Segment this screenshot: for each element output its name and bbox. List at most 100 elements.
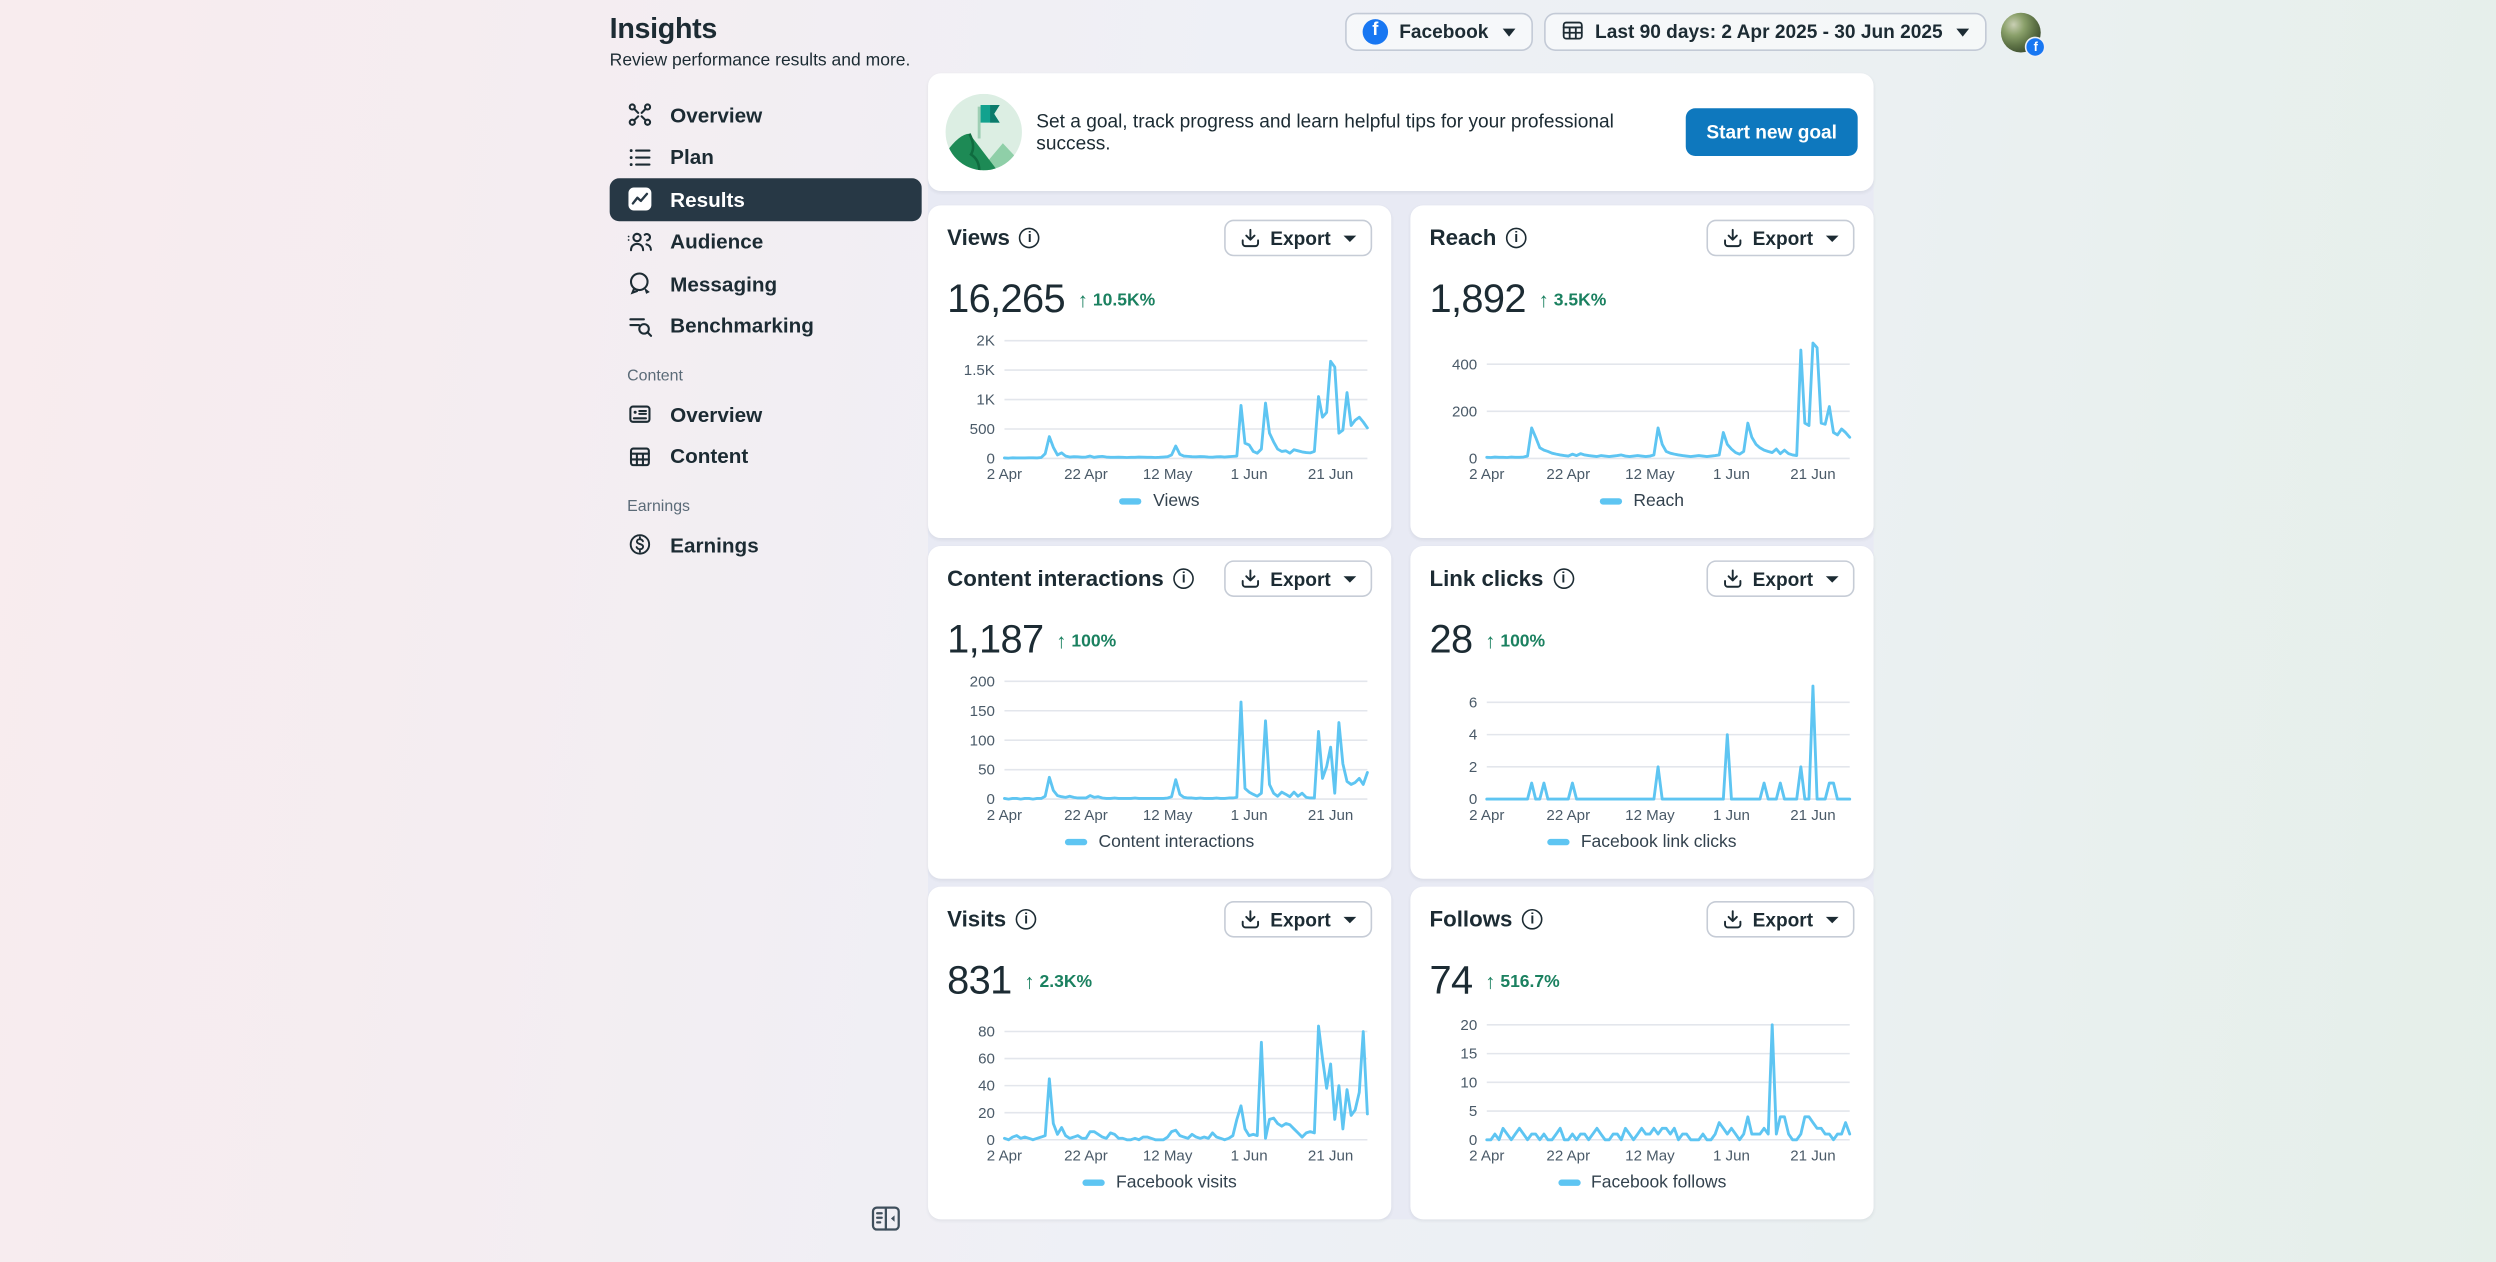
svg-text:22 Apr: 22 Apr <box>1064 1147 1108 1164</box>
sidebar-item-content[interactable]: Content <box>610 435 922 477</box>
sidebar-section-label: Content <box>627 367 683 386</box>
insights-page: Insights Review performance results and … <box>0 0 2496 1262</box>
metric-delta: ↑ 100% <box>1056 629 1116 653</box>
sidebar-item-label: Audience <box>670 229 764 254</box>
svg-text:1 Jun: 1 Jun <box>1713 1147 1750 1164</box>
profile-avatar[interactable]: f <box>2001 12 2047 58</box>
export-button[interactable]: Export <box>1706 219 1855 257</box>
metric-delta: ↑ 3.5K% <box>1539 288 1607 312</box>
legend-swatch <box>1082 1179 1105 1186</box>
export-button[interactable]: Export <box>1706 560 1855 597</box>
sidebar-item-messaging[interactable]: Messaging <box>610 263 922 305</box>
chart-legend: Facebook link clicks <box>1429 833 1854 852</box>
metric-title: Visits <box>947 905 1007 932</box>
info-icon[interactable]: i <box>1015 908 1037 929</box>
export-label: Export <box>1752 567 1814 590</box>
svg-text:22 Apr: 22 Apr <box>1546 1147 1590 1164</box>
legend-swatch <box>1547 838 1570 846</box>
svg-text:0: 0 <box>986 1132 994 1149</box>
svg-text:22 Apr: 22 Apr <box>1064 807 1108 824</box>
metric-line-chart: 0 50 100 150 200 2 Apr 22 Apr 12 May 1 Jun 21 Jun <box>970 673 1369 824</box>
sidebar-item-plan[interactable]: Plan <box>610 136 922 178</box>
table-icon <box>627 444 652 469</box>
metric-line-chart: 0 20 40 60 80 2 Apr 22 Apr 12 May 1 Jun 21 Jun <box>978 1024 1369 1164</box>
up-arrow-icon: ↑ <box>1485 628 1496 653</box>
sidebar-item-label: Messaging <box>670 271 778 296</box>
sidebar-item-earnings[interactable]: Earnings <box>610 524 922 566</box>
sidebar-item-benchmarking[interactable]: Benchmarking <box>610 305 922 347</box>
metric-value: 831 <box>947 958 1012 1003</box>
main-content: Set a goal, track progress and learn hel… <box>928 73 1874 1220</box>
legend-swatch <box>1599 498 1623 505</box>
info-icon[interactable]: i <box>1173 567 1195 589</box>
metric-delta-value: 2.3K% <box>1039 971 1093 991</box>
export-label: Export <box>1270 567 1331 590</box>
export-button[interactable]: Export <box>1224 900 1373 938</box>
metric-card-link-clicks: Link clicks i Export 28 ↑ 100% 0 2 4 6 2 Apr… <box>1410 546 1874 879</box>
sidebar-item-label: Overview <box>670 103 763 127</box>
chevron-down-icon <box>1956 27 1970 36</box>
svg-text:1 Jun: 1 Jun <box>1231 466 1268 483</box>
sidebar-item-overview[interactable]: Overview <box>610 94 922 136</box>
svg-text:22 Apr: 22 Apr <box>1546 466 1590 483</box>
chart-legend: Facebook follows <box>1429 1173 1854 1192</box>
card-header: Visits i Export <box>947 900 1373 938</box>
metric-card-visits: Visits i Export 831 ↑ 2.3K% 0 20 40 60 80 2 A… <box>928 886 1392 1220</box>
metric-value: 1,892 <box>1429 276 1526 322</box>
card-header: Reach i Export <box>1429 219 1855 257</box>
svg-text:2 Apr: 2 Apr <box>1469 1147 1504 1164</box>
legend-label: Facebook link clicks <box>1580 832 1737 852</box>
svg-text:60: 60 <box>978 1051 995 1068</box>
sidebar-item-label: Results <box>670 187 745 212</box>
download-icon <box>1724 910 1742 929</box>
svg-text:12 May: 12 May <box>1143 466 1193 483</box>
date-range-selector[interactable]: Last 90 days: 2 Apr 2025 - 30 Jun 2025 <box>1544 12 1988 51</box>
card-header: Views i Export <box>947 219 1373 257</box>
info-icon[interactable]: i <box>1019 226 1041 248</box>
svg-text:4: 4 <box>1469 727 1477 744</box>
date-range-label: Last 90 days: 2 Apr 2025 - 30 Jun 2025 <box>1595 20 1943 43</box>
sidebar-item-audience[interactable]: Audience <box>610 220 922 262</box>
info-icon[interactable]: i <box>1552 567 1574 589</box>
export-button[interactable]: Export <box>1224 219 1373 257</box>
metric-delta-value: 100% <box>1071 631 1117 651</box>
export-button[interactable]: Export <box>1706 900 1855 938</box>
svg-text:2 Apr: 2 Apr <box>987 466 1022 483</box>
goal-flag-illustration <box>945 93 1022 171</box>
metric-value: 74 <box>1429 958 1473 1003</box>
platform-selector[interactable]: f Facebook <box>1345 12 1533 51</box>
sidebar-item-label: Benchmarking <box>670 313 814 338</box>
metric-title: Follows <box>1429 905 1513 932</box>
sidebar-item-content-overview[interactable]: Overview <box>610 393 922 435</box>
plan-icon <box>627 144 652 169</box>
chart-legend: Views <box>947 492 1372 511</box>
svg-text:2 Apr: 2 Apr <box>1469 807 1504 824</box>
platform-label: Facebook <box>1399 20 1489 43</box>
sidebar-section-label: Earnings <box>627 498 691 516</box>
start-new-goal-button[interactable]: Start new goal <box>1685 108 1858 157</box>
calendar-grid-icon <box>1562 18 1584 45</box>
card-icon <box>627 402 652 427</box>
chevron-down-icon <box>1825 916 1839 923</box>
card-header: Link clicks i Export <box>1429 560 1855 597</box>
metric-line-chart: 0 500 1K 1.5K 2K 2 Apr 22 Apr 12 May 1 Jun 21 Jun <box>964 333 1369 483</box>
header-controls: f Facebook Last 90 days: 2 Apr 2025 - 30… <box>1345 12 2047 58</box>
card-header: Follows i Export <box>1429 900 1855 938</box>
export-button[interactable]: Export <box>1224 560 1373 597</box>
chevron-down-icon <box>1825 234 1839 242</box>
svg-text:0: 0 <box>1469 451 1477 468</box>
card-header: Content interactions i Export <box>947 560 1373 597</box>
svg-text:0: 0 <box>1469 1132 1477 1149</box>
sidebar-item-results[interactable]: Results <box>609 178 922 221</box>
collapse-sidebar-button[interactable] <box>871 1203 901 1233</box>
download-icon <box>1241 228 1260 248</box>
metric-title: Reach <box>1429 224 1497 250</box>
info-icon[interactable]: i <box>1521 908 1543 929</box>
svg-text:20: 20 <box>978 1105 995 1122</box>
chevron-down-icon <box>1343 234 1357 242</box>
svg-text:1K: 1K <box>976 392 994 409</box>
chevron-down-icon <box>1343 916 1357 923</box>
info-icon[interactable]: i <box>1505 226 1527 248</box>
metric-delta: ↑ 2.3K% <box>1024 969 1092 993</box>
svg-text:12 May: 12 May <box>1143 1147 1193 1164</box>
